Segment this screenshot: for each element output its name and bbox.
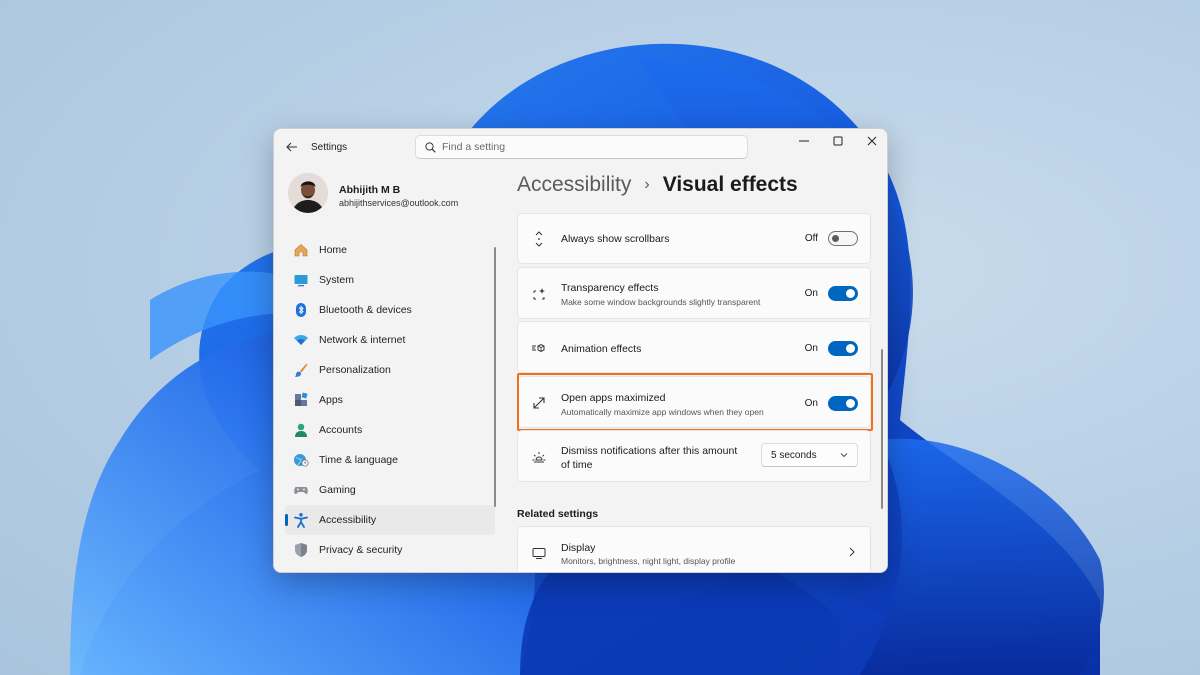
minimize-icon [799,140,809,142]
title-bar: Settings [274,129,887,165]
sidebar-item-label: Gaming [319,484,356,496]
setting-title: Always show scrollbars [561,233,670,245]
user-email: abhijithservices@outlook.com [339,198,459,208]
back-arrow-icon [286,142,297,152]
sidebar-item-label: Network & internet [319,334,406,346]
setting-open-maximized: Open apps maximized Automatically maximi… [517,376,871,428]
sidebar-item-accessibility[interactable]: Accessibility [285,505,495,535]
scrollbar-arrows-icon [530,230,548,248]
chevron-right-icon [849,547,855,557]
brush-icon [293,362,309,378]
user-profile[interactable]: Abhijith M B abhijithservices@outlook.co… [288,173,498,215]
sidebar-nav: Home System Bluetooth & devices Network … [285,235,495,565]
page-title: Visual effects [662,173,798,196]
maximize-icon [833,136,843,146]
person-icon [293,422,309,438]
system-icon [293,272,309,288]
sidebar-scrollbar[interactable] [494,247,496,507]
setting-animation: Animation effects On [517,321,871,373]
content-scrollbar[interactable] [881,349,883,509]
sidebar-item-time-language[interactable]: Time & language [285,445,495,475]
sidebar-item-personalization[interactable]: Personalization [285,355,495,385]
search-box[interactable] [415,135,748,159]
app-title: Settings [311,142,348,153]
sidebar-item-label: Bluetooth & devices [319,304,412,316]
search-icon [425,141,436,153]
monitor-icon [530,544,548,562]
minimize-button[interactable] [787,129,821,153]
setting-title: Transparency effects [561,282,659,294]
setting-scrollbars: Always show scrollbars Off [517,213,871,264]
avatar-photo-icon [288,173,328,213]
setting-transparency: Transparency effects Make some window ba… [517,267,871,319]
toggle-state: On [804,398,818,409]
sidebar-item-network[interactable]: Network & internet [285,325,495,355]
home-icon [293,242,309,258]
sidebar-item-label: Accounts [319,424,363,436]
sidebar-item-home[interactable]: Home [285,235,495,265]
sidebar-item-label: Apps [319,394,343,406]
dismiss-time-dropdown[interactable]: 5 seconds [761,443,858,467]
setting-title-continued: of time [561,459,593,471]
transparency-icon [530,285,548,303]
close-button[interactable] [855,129,887,153]
sidebar-item-apps[interactable]: Apps [285,385,495,415]
accessibility-icon [293,512,309,528]
sidebar-item-label: Personalization [319,364,391,376]
maximize-button[interactable] [821,129,855,153]
setting-description: Automatically maximize app windows when … [561,407,764,417]
apps-icon [293,392,309,408]
related-display-link[interactable]: Display Monitors, brightness, night ligh… [517,526,871,572]
shield-icon [293,542,309,558]
scrollbars-toggle[interactable] [828,231,858,246]
setting-description: Monitors, brightness, night light, displ… [561,556,736,566]
breadcrumb: Accessibility › Visual effects [517,173,798,197]
breadcrumb-parent[interactable]: Accessibility [517,173,631,197]
breadcrumb-separator: › [644,176,650,193]
search-input[interactable] [442,141,722,153]
toggle-state: Off [804,233,818,244]
maximize-arrows-icon [530,394,548,412]
toggle-state: On [804,343,818,354]
back-button[interactable] [282,137,302,157]
sidebar-item-privacy[interactable]: Privacy & security [285,535,495,565]
setting-title: Display [561,542,596,554]
chevron-down-icon [840,453,848,458]
gamepad-icon [293,482,309,498]
sun-brightness-icon [530,448,548,466]
sidebar-item-label: System [319,274,355,286]
wifi-icon [293,332,309,348]
animation-toggle[interactable] [828,341,858,356]
setting-title: Animation effects [561,343,642,355]
toggle-state: On [804,288,818,299]
globe-icon [293,452,309,468]
user-name: Abhijith M B [339,184,401,196]
open-maximized-toggle[interactable] [828,396,858,411]
close-icon [867,136,877,146]
bluetooth-icon [293,302,309,318]
dropdown-value: 5 seconds [771,449,817,461]
sidebar-item-system[interactable]: System [285,265,495,295]
sidebar-item-gaming[interactable]: Gaming [285,475,495,505]
sidebar-item-accounts[interactable]: Accounts [285,415,495,445]
sidebar-item-bluetooth[interactable]: Bluetooth & devices [285,295,495,325]
settings-window: Settings Abhijith M B abhijithservic [273,128,888,573]
sidebar-item-label: Accessibility [319,514,377,526]
sidebar-item-label: Time & language [319,454,398,466]
related-settings-heading: Related settings [517,508,599,520]
transparency-toggle[interactable] [828,286,858,301]
setting-description: Make some window backgrounds slightly tr… [561,297,761,307]
avatar [288,173,328,213]
setting-title: Dismiss notifications after this amount [561,445,738,457]
sidebar-item-label: Privacy & security [319,544,403,556]
sidebar-item-label: Home [319,244,348,256]
setting-title: Open apps maximized [561,392,666,404]
setting-notifications: Dismiss notifications after this amount … [517,430,871,482]
animation-icon [530,339,548,357]
